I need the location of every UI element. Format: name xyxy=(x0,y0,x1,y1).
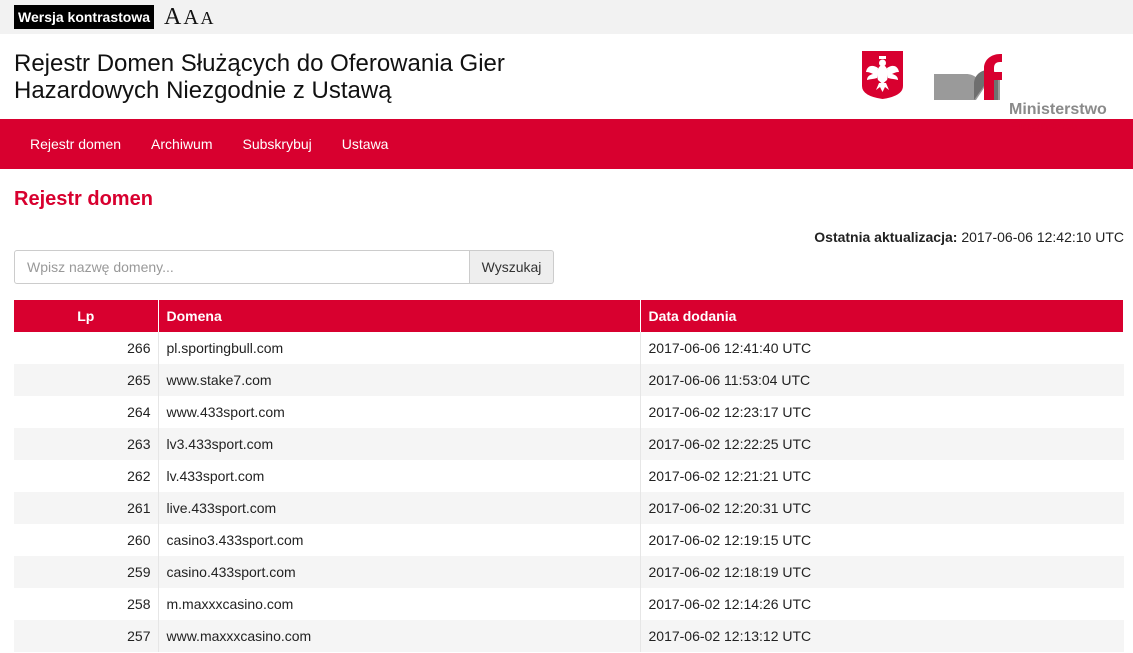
main-navigation: Rejestr domen Archiwum Subskrybuj Ustawa xyxy=(0,119,1133,169)
search-button[interactable]: Wyszukaj xyxy=(470,250,554,284)
last-update: Ostatnia aktualizacja: 2017-06-06 12:42:… xyxy=(14,229,1124,249)
domain-search-input[interactable] xyxy=(14,250,470,284)
site-title[interactable]: Rejestr Domen Służących do Oferowania Gi… xyxy=(14,50,574,104)
table-row: 266 pl.sportingbull.com 2017-06-06 12:41… xyxy=(14,332,1124,364)
font-size-small-button[interactable]: A xyxy=(201,9,214,27)
table-row: 258 m.maxxxcasino.com 2017-06-02 12:14:2… xyxy=(14,588,1124,620)
table-header-row: Lp Domena Data dodania xyxy=(14,300,1124,332)
cell-domain: pl.sportingbull.com xyxy=(157,332,640,364)
page-title: Rejestr domen xyxy=(14,188,153,210)
table-row: 262 lv.433sport.com 2017-06-02 12:21:21 … xyxy=(14,460,1124,492)
cell-lp: 260 xyxy=(127,532,151,548)
contrast-version-button[interactable]: Wersja kontrastowa xyxy=(14,5,155,29)
site-header: Rejestr Domen Służących do Oferowania Gi… xyxy=(0,34,1133,136)
table-row: 257 www.maxxxcasino.com 2017-06-02 12:13… xyxy=(14,620,1124,652)
cell-date: 2017-06-02 12:23:17 UTC xyxy=(639,396,1124,428)
cell-date: 2017-06-02 12:21:21 UTC xyxy=(639,460,1124,492)
column-header-domain: Domena xyxy=(158,300,641,332)
cell-domain: lv.433sport.com xyxy=(157,460,640,492)
nav-item-subskrybuj[interactable]: Subskrybuj xyxy=(243,136,312,152)
last-update-label: Ostatnia aktualizacja: xyxy=(814,229,958,245)
font-size-large-button[interactable]: A xyxy=(164,5,181,29)
cell-date: 2017-06-06 11:53:04 UTC xyxy=(639,364,1124,396)
last-update-value: 2017-06-06 12:42:10 UTC xyxy=(961,229,1124,245)
table-row: 261 live.433sport.com 2017-06-02 12:20:3… xyxy=(14,492,1124,524)
cell-domain: www.maxxxcasino.com xyxy=(157,620,640,652)
cell-domain: casino.433sport.com xyxy=(157,556,640,588)
accessibility-bar: Wersja kontrastowa A A A xyxy=(0,0,1133,34)
search-form: Wyszukaj xyxy=(14,250,554,284)
column-header-lp: Lp xyxy=(14,300,159,332)
column-header-date: Data dodania xyxy=(640,300,1124,332)
ministry-name-line2: Finansów xyxy=(1009,119,1078,136)
nav-item-rejestr-domen[interactable]: Rejestr domen xyxy=(30,136,121,152)
ministry-name-line1: Ministerstwo xyxy=(1009,101,1107,118)
cell-lp: 264 xyxy=(127,404,151,420)
cell-lp: 258 xyxy=(127,596,151,612)
cell-date: 2017-06-06 12:41:40 UTC xyxy=(639,332,1124,364)
cell-lp: 266 xyxy=(127,340,151,356)
table-row: 265 www.stake7.com 2017-06-06 11:53:04 U… xyxy=(14,364,1124,396)
cell-lp: 263 xyxy=(14,428,158,460)
cell-date: 2017-06-02 12:18:19 UTC xyxy=(639,556,1124,588)
table-row: 260 casino3.433sport.com 2017-06-02 12:1… xyxy=(14,524,1124,556)
nav-item-ustawa[interactable]: Ustawa xyxy=(342,136,389,152)
table-row: 264 www.433sport.com 2017-06-02 12:23:17… xyxy=(14,396,1124,428)
cell-lp: 265 xyxy=(14,364,158,396)
cell-domain: www.stake7.com xyxy=(157,364,640,396)
cell-domain: www.433sport.com xyxy=(157,396,640,428)
nav-item-archiwum[interactable]: Archiwum xyxy=(151,136,212,152)
main-content: Rejestr domen Ostatnia aktualizacja: 201… xyxy=(0,188,1133,652)
cell-lp: 259 xyxy=(14,556,158,588)
domain-register-table: Lp Domena Data dodania 266 pl.sportingbu… xyxy=(14,300,1124,652)
cell-lp: 257 xyxy=(14,620,158,652)
table-row: 259 casino.433sport.com 2017-06-02 12:18… xyxy=(14,556,1124,588)
polish-eagle-emblem-icon[interactable] xyxy=(861,50,904,100)
cell-lp: 261 xyxy=(14,492,158,524)
cell-date: 2017-06-02 12:20:31 UTC xyxy=(639,492,1124,524)
font-size-switcher: A A A xyxy=(164,5,214,29)
cell-date: 2017-06-02 12:22:25 UTC xyxy=(639,428,1124,460)
cell-domain: live.433sport.com xyxy=(157,492,640,524)
cell-domain: casino3.433sport.com xyxy=(157,524,640,556)
cell-date: 2017-06-02 12:14:26 UTC xyxy=(639,588,1124,620)
cell-date: 2017-06-02 12:13:12 UTC xyxy=(639,620,1124,652)
cell-domain: lv3.433sport.com xyxy=(157,428,640,460)
cell-domain: m.maxxxcasino.com xyxy=(157,588,640,620)
cell-date: 2017-06-02 12:19:15 UTC xyxy=(639,524,1124,556)
table-row: 263 lv3.433sport.com 2017-06-02 12:22:25… xyxy=(14,428,1124,460)
font-size-medium-button[interactable]: A xyxy=(183,7,198,28)
cell-lp: 262 xyxy=(127,468,151,484)
